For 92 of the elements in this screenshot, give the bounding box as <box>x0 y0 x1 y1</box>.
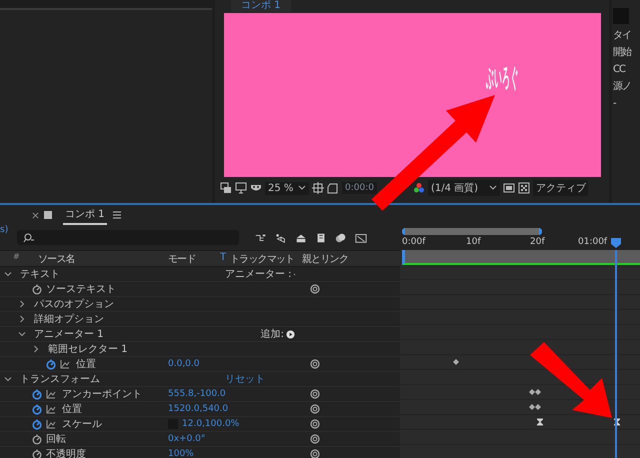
pickwhip-icon[interactable] <box>310 434 320 444</box>
property-value[interactable]: 0.0,0.0 <box>168 359 200 369</box>
pickwhip-icon[interactable] <box>310 449 320 458</box>
pickwhip-icon[interactable] <box>310 404 320 414</box>
panel-label: CC <box>613 64 626 75</box>
disclosure-icon[interactable] <box>4 375 12 383</box>
layer-duration-bar[interactable] <box>402 250 640 265</box>
column-header: T <box>220 252 226 263</box>
reset-link[interactable]: リセット <box>225 372 265 386</box>
search-icon <box>23 232 35 242</box>
property-name: 詳細オプション <box>34 312 104 326</box>
stopwatch-icon[interactable] <box>32 388 42 400</box>
time-label: 10f <box>466 237 481 247</box>
motion-blur-icon[interactable] <box>335 232 347 244</box>
search-field[interactable] <box>17 230 239 245</box>
property-name: 不透明度 <box>46 448 86 458</box>
stopwatch-icon[interactable] <box>32 284 42 294</box>
graph-icon[interactable] <box>46 389 56 399</box>
stopwatch-icon[interactable] <box>32 404 42 414</box>
property-value[interactable]: 1520.0,540.0 <box>168 404 228 414</box>
close-icon[interactable] <box>32 212 39 218</box>
view-dropdown[interactable]: アクティブ <box>532 180 588 196</box>
graph-icon[interactable] <box>60 359 70 369</box>
hierarchy-icon[interactable] <box>255 232 267 244</box>
property-name: アンカーポイント <box>62 388 142 401</box>
time-label: 0:00f <box>402 237 426 247</box>
monitor-icon[interactable] <box>235 182 247 194</box>
graph-icon[interactable] <box>46 404 56 414</box>
column-header: 親とリンク <box>302 252 348 266</box>
playhead-handle[interactable] <box>611 238 621 248</box>
layers-icon[interactable] <box>220 182 232 194</box>
panel-label: - <box>613 98 618 109</box>
column-header: # <box>13 252 19 261</box>
timecode-field[interactable]: 0:00:0 <box>342 182 377 194</box>
stopwatch-icon[interactable] <box>32 448 42 458</box>
property-name: トランスフォーム <box>20 373 100 386</box>
cube-icon[interactable] <box>275 232 287 244</box>
keyframe-icon[interactable] <box>529 388 542 396</box>
time-label: 20f <box>530 237 545 247</box>
composition-icon <box>44 211 52 219</box>
caret-icon <box>298 185 306 191</box>
menu-label: アニメーター : <box>225 268 292 281</box>
menu-label: 追加: <box>260 328 284 341</box>
disclosure-icon[interactable] <box>18 300 26 308</box>
resolution-dropdown[interactable]: (1/4 画質) <box>428 180 500 196</box>
property-name: スケール <box>62 418 102 431</box>
panel-label: 開始 <box>613 47 632 58</box>
graph-editor-icon[interactable] <box>355 232 367 244</box>
pickwhip-icon[interactable] <box>310 389 320 399</box>
graph-icon[interactable] <box>46 419 56 429</box>
timecode-text: s) <box>0 225 8 235</box>
disclosure-icon[interactable] <box>18 330 26 338</box>
transparency-grid-icon[interactable] <box>518 182 530 194</box>
color-channels-icon[interactable] <box>412 182 425 194</box>
column-header: ソース名 <box>38 253 75 266</box>
column-header: モード <box>168 253 196 266</box>
property-name: 位置 <box>62 402 82 416</box>
disclosure-icon[interactable] <box>4 270 12 278</box>
keyframe-icon[interactable] <box>529 403 542 411</box>
time-label: 01:00f <box>578 237 608 247</box>
disclosure-icon[interactable] <box>18 315 26 323</box>
pickwhip-icon[interactable] <box>310 284 320 294</box>
menu-icon[interactable] <box>112 211 122 219</box>
property-name: パスのオプション <box>34 298 114 311</box>
property-name: テキスト <box>20 268 60 281</box>
grid-icon[interactable] <box>312 182 324 194</box>
panel-label: 源ノ <box>613 81 632 92</box>
pickwhip-icon[interactable] <box>310 359 320 369</box>
stopwatch-icon[interactable] <box>32 418 42 430</box>
pickwhip-icon[interactable] <box>310 419 320 429</box>
zoom-dropdown[interactable]: 25 % <box>265 182 309 194</box>
film-icon[interactable] <box>315 232 327 244</box>
canvas-text: ぶいろぐ <box>486 65 518 91</box>
region-icon[interactable] <box>327 182 339 194</box>
timeline-tab[interactable]: コンポ 1 <box>63 205 107 225</box>
property-value[interactable]: 12.0,100.0% <box>182 419 240 429</box>
property-value[interactable]: 0x+0.0° <box>168 434 206 444</box>
stopwatch-icon[interactable] <box>32 434 42 444</box>
panel-label: タイ <box>613 30 632 41</box>
property-name: 位置 <box>76 358 96 371</box>
caret-icon <box>488 185 497 191</box>
property-value[interactable]: 555.8,-100.0 <box>168 389 226 399</box>
property-value[interactable]: 100% <box>168 449 194 458</box>
property-name: アニメーター 1 <box>34 328 104 341</box>
property-name: 回転 <box>46 433 66 446</box>
property-name: 範囲セレクター 1 <box>48 343 128 356</box>
region-of-interest-icon[interactable] <box>502 182 515 194</box>
stopwatch-icon[interactable] <box>46 358 56 370</box>
disclosure-icon[interactable] <box>32 345 40 353</box>
property-name: ソーステキスト <box>46 283 116 296</box>
column-header: トラックマット <box>230 253 294 266</box>
composition-tab[interactable]: コンポ 1 <box>231 0 291 12</box>
